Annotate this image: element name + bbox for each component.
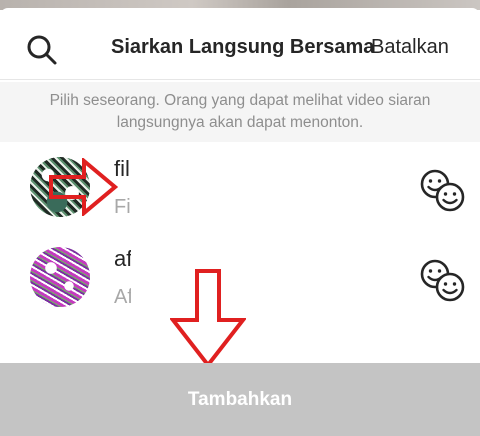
username: af [114,246,133,271]
add-guest-icon [420,169,465,212]
sheet-header: Siarkan Langsung Bersama Batalkan [0,8,480,80]
add-guest-icon [420,259,465,302]
add-guest-button[interactable] [415,164,471,216]
instruction-line-2: langsungnya akan dapat menonton. [116,114,364,131]
add-button[interactable]: Tambahkan [0,363,480,436]
search-button[interactable] [22,30,62,70]
redaction-mask [131,150,191,226]
annotation-arrow-right-icon [49,158,118,216]
annotation-arrow-down-icon [170,269,246,368]
avatar [30,247,90,307]
instruction-banner: Pilih seseorang. Orang yang dapat meliha… [0,82,480,142]
instruction-line-1: Pilih seseorang. Orang yang dapat meliha… [49,92,431,109]
cancel-button[interactable]: Batalkan [371,36,449,59]
search-icon [27,35,57,65]
page-title: Siarkan Langsung Bersama [111,36,375,58]
add-guest-button[interactable] [415,254,471,306]
